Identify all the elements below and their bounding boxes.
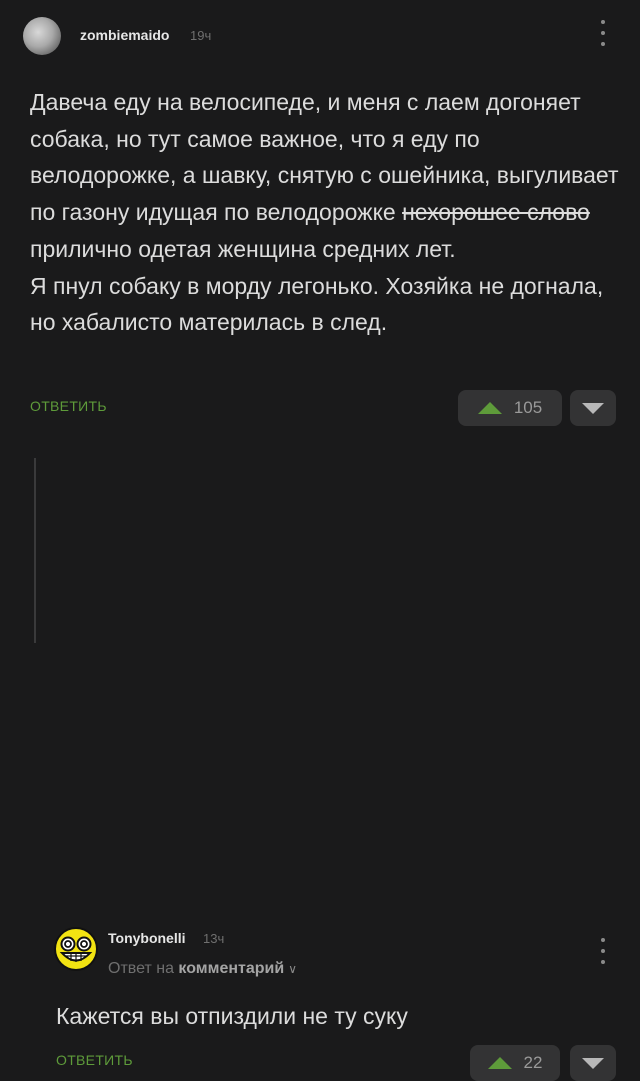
reply-button[interactable]: ОТВЕТИТЬ (56, 1052, 133, 1068)
comment-body: Давеча еду на велосипеде, и меня с лаем … (30, 84, 620, 341)
upvote-button[interactable]: 105 (458, 390, 562, 426)
downvote-triangle-icon (582, 402, 604, 414)
vote-count: 22 (523, 1053, 543, 1072)
downvote-button[interactable] (570, 1045, 616, 1081)
reply-to-target: комментарий (178, 960, 285, 977)
comment-body: Кажется вы отпиздили не ту суку (56, 1003, 408, 1029)
user-avatar[interactable] (23, 17, 61, 55)
downvote-button[interactable] (570, 390, 616, 426)
chevron-down-icon: ∨ (288, 962, 297, 976)
downvote-triangle-icon (582, 1057, 604, 1069)
kebab-menu-icon[interactable] (598, 938, 608, 964)
kebab-menu-icon[interactable] (598, 20, 608, 46)
upvote-triangle-icon (487, 1057, 512, 1069)
comment-text-continued: прилично одетая женщина средних лет. (30, 235, 456, 262)
user-avatar[interactable] (53, 926, 99, 972)
strikethrough-text: нехорошее слово (402, 199, 590, 226)
comment-timestamp: 19ч (190, 28, 212, 43)
comment-username[interactable]: zombiemaido (80, 27, 169, 43)
vote-count: 105 (513, 398, 543, 417)
reply-to-prefix: Ответ на (108, 960, 174, 977)
reply-to-link[interactable]: Ответ на комментарий ∨ (108, 960, 297, 978)
comment: zombiemaido 19ч Давеча еду на велосипеде… (0, 0, 640, 435)
comment-timestamp: 13ч (203, 931, 225, 946)
upvote-button[interactable]: 22 (470, 1045, 560, 1081)
reply-button[interactable]: ОТВЕТИТЬ (30, 398, 107, 414)
upvote-triangle-icon (477, 402, 502, 414)
comment-username[interactable]: Tonybonelli (108, 930, 186, 946)
reply-comment: Tonybonelli 13ч Ответ на комментарий ∨ Ка… (0, 455, 640, 1081)
comment-text-second-paragraph: Я пнул собаку в морду легонько. Хозяйка … (30, 272, 604, 336)
